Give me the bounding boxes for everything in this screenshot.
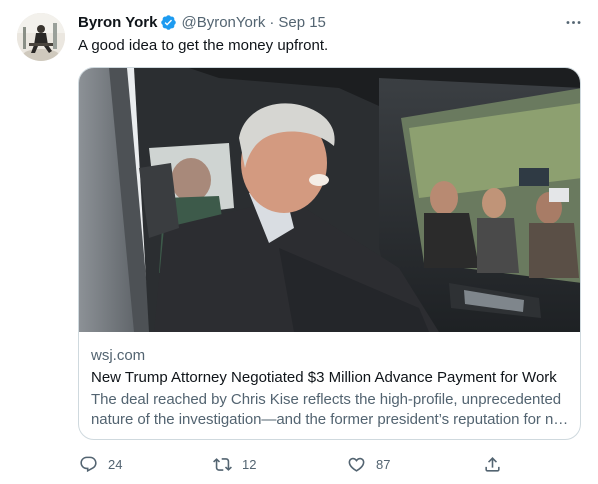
like-button[interactable]: 87 (346, 452, 390, 476)
heart-icon (346, 454, 366, 474)
author-handle[interactable]: @ByronYork (181, 14, 265, 31)
tweet-header: Byron York @ByronYork · Sep 15 (78, 12, 326, 32)
card-image[interactable] (79, 68, 580, 332)
card-meta: wsj.com New Trump Attorney Negotiated $3… (91, 346, 571, 430)
retweet-count: 12 (242, 456, 257, 472)
avatar[interactable] (17, 13, 65, 61)
card-description: The deal reached by Chris Kise reflects … (91, 391, 566, 428)
verified-badge-icon (160, 14, 177, 31)
author-display-name[interactable]: Byron York (78, 14, 157, 31)
retweet-icon (212, 454, 232, 474)
link-card[interactable]: wsj.com New Trump Attorney Negotiated $3… (78, 67, 581, 440)
reply-button[interactable]: 24 (78, 452, 122, 476)
tweet-date[interactable]: Sep 15 (278, 14, 326, 31)
card-title[interactable]: New Trump Attorney Negotiated $3 Million… (91, 368, 571, 388)
card-domain: wsj.com (91, 347, 146, 364)
reply-icon (78, 454, 98, 474)
header-separator: · (269, 13, 275, 31)
tweet[interactable]: Byron York @ByronYork · Sep 15 A good id… (0, 0, 598, 484)
tweet-text: A good idea to get the money upfront. (78, 37, 329, 54)
share-icon (482, 454, 502, 474)
tweet-actions: 24 12 87 (78, 452, 508, 476)
reply-count: 24 (108, 456, 123, 472)
retweet-button[interactable]: 12 (212, 452, 256, 476)
more-options-icon[interactable] (561, 12, 585, 32)
share-button[interactable] (482, 452, 502, 476)
avatar-image (17, 13, 65, 61)
like-count: 87 (376, 456, 391, 472)
